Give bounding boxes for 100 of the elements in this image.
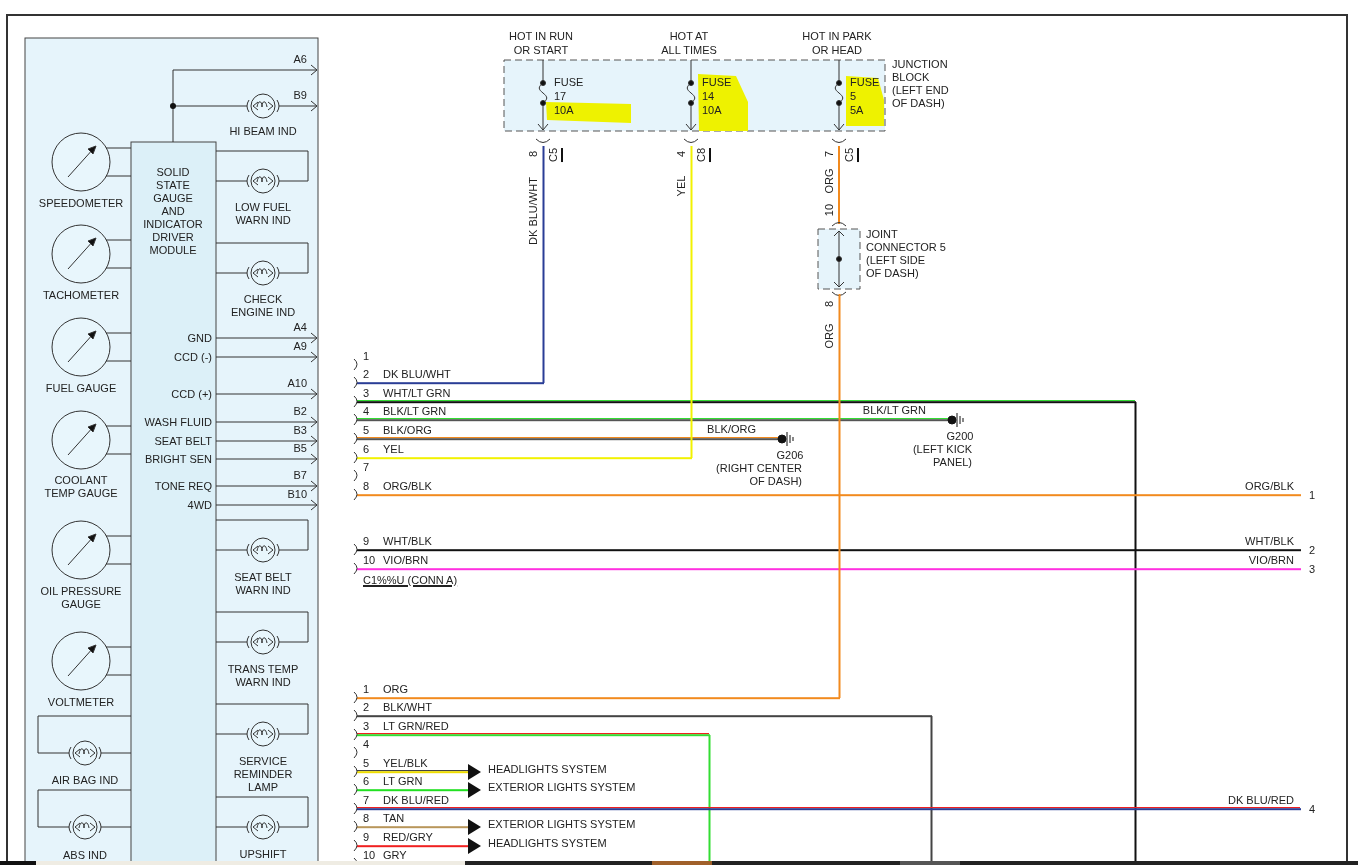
terminal-icon xyxy=(353,839,358,852)
module-label: SOLID STATE GAUGE AND INDICATOR DRIVER MODULE xyxy=(143,166,203,257)
signal-label: CCD (-) xyxy=(174,351,212,364)
terminal-icon xyxy=(353,358,358,371)
pin-number: 6 xyxy=(363,443,370,456)
wire-label: BLK/LT GRN xyxy=(383,405,447,418)
lamp-label: SERVICE REMINDER LAMP xyxy=(233,755,293,794)
arrow-icon xyxy=(468,819,481,835)
terminal-icon xyxy=(353,488,358,501)
gauge-label: COOLANT TEMP GAUGE xyxy=(44,474,118,500)
lamp-icon xyxy=(246,814,280,840)
lamp-icon xyxy=(246,537,280,563)
ground-location: (RIGHT CENTER OF DASH) xyxy=(716,462,802,488)
fuse-icon xyxy=(537,59,549,131)
pin-number: 2 xyxy=(363,368,370,381)
wire-label: ORG xyxy=(822,168,836,194)
terminal-icon xyxy=(353,765,358,778)
wire-label: LT GRN/RED xyxy=(383,720,449,733)
pin-number: 10 xyxy=(363,554,376,567)
gauge-label: TACHOMETER xyxy=(42,289,120,302)
wire-label: RED/GRY xyxy=(383,831,433,844)
arrow-icon xyxy=(468,838,481,854)
signal-label: BRIGHT SEN xyxy=(144,453,212,466)
pin-label: B3 xyxy=(293,424,307,437)
pin-number: 1 xyxy=(363,350,370,363)
pin-label: A6 xyxy=(293,53,307,66)
pin-number: 5 xyxy=(363,424,370,437)
pin-number: 9 xyxy=(363,535,370,548)
pin-label: B5 xyxy=(293,442,307,455)
pin-number: 9 xyxy=(363,831,370,844)
pin-number: 2 xyxy=(363,701,370,714)
lamp-label: UPSHIFT xyxy=(239,848,287,861)
pin-number: 8 xyxy=(526,150,540,158)
connector-label: C8 xyxy=(695,147,711,163)
ground-label: G206 xyxy=(776,449,804,462)
lamp-label: SEAT BELT WARN IND xyxy=(234,571,292,597)
ground-icon xyxy=(947,412,964,428)
pin-number: 8 xyxy=(363,812,370,825)
system-label: HEADLIGHTS SYSTEM xyxy=(488,763,607,776)
gauge-label: VOLTMETER xyxy=(47,696,115,709)
wire-label: BLK/ORG xyxy=(383,424,432,437)
pin-number: 4 xyxy=(1309,803,1316,816)
pin-number: 7 xyxy=(363,794,370,807)
terminal-icon xyxy=(353,432,358,445)
fuse-label: FUSE 5 5A xyxy=(850,75,880,117)
pin-label: A9 xyxy=(293,340,307,353)
terminal-icon xyxy=(353,820,358,833)
lamp-label: ABS IND xyxy=(63,849,107,862)
wire-label: DK BLU/RED xyxy=(1227,794,1294,807)
lamp-icon xyxy=(68,814,102,840)
joint-connector xyxy=(817,228,861,290)
wire-label: WHT/BLK xyxy=(383,535,432,548)
wire-label: YEL xyxy=(674,175,688,197)
pin-label: B9 xyxy=(293,89,307,102)
wire-label: VIO/BRN xyxy=(1248,554,1294,567)
wire-label: TAN xyxy=(383,812,405,825)
connector-label: C5 xyxy=(547,147,563,163)
terminal-icon xyxy=(831,138,847,143)
terminal-icon xyxy=(535,138,551,143)
arrow-icon xyxy=(468,782,481,798)
gauge-label: FUEL GAUGE xyxy=(45,382,117,395)
terminal-icon xyxy=(353,376,358,389)
joint-icon xyxy=(833,230,845,288)
gauge-label: OIL PRESSURE GAUGE xyxy=(40,585,122,611)
wire-label: ORG xyxy=(383,683,409,696)
pin-label: A10 xyxy=(287,377,307,390)
wire-label: ORG xyxy=(822,323,836,349)
terminal-icon xyxy=(831,222,847,227)
terminal-icon xyxy=(353,746,358,759)
wire-label: DK BLU/WHT xyxy=(526,177,540,245)
wire-label: BLK/ORG xyxy=(707,423,756,436)
pin-number: 5 xyxy=(363,757,370,770)
signal-label: WASH FLUID xyxy=(144,416,212,429)
wire-label: BLK/LT GRN xyxy=(862,404,926,417)
pin-label: B10 xyxy=(287,488,307,501)
pin-label: A4 xyxy=(293,321,307,334)
lamp-icon xyxy=(68,740,102,766)
signal-label: 4WD xyxy=(187,499,212,512)
terminal-icon xyxy=(353,709,358,722)
signal-label: CCD (+) xyxy=(171,388,212,401)
splice-dot xyxy=(170,103,176,109)
pin-number: 3 xyxy=(363,387,370,400)
wire-label: YEL xyxy=(383,443,404,456)
gauge-icon xyxy=(51,520,111,580)
signal-label: GND xyxy=(187,332,212,345)
lamp-icon xyxy=(246,168,280,194)
terminal-icon xyxy=(353,543,358,556)
wire-label: DK BLU/RED xyxy=(383,794,450,807)
connector-label: C5 xyxy=(843,147,859,163)
terminal-icon xyxy=(353,413,358,426)
gauge-icon xyxy=(51,631,111,691)
pin-number: 4 xyxy=(674,150,688,158)
lamp-icon xyxy=(246,260,280,286)
lamp-icon xyxy=(246,721,280,747)
gauge-icon xyxy=(51,317,111,377)
lamp-label: HI BEAM IND xyxy=(229,125,297,138)
pin-number: 3 xyxy=(363,720,370,733)
wire-label: WHT/BLK xyxy=(1245,535,1294,548)
wire-label: YEL/BLK xyxy=(383,757,428,770)
lamp-label: CHECK ENGINE IND xyxy=(230,293,296,319)
